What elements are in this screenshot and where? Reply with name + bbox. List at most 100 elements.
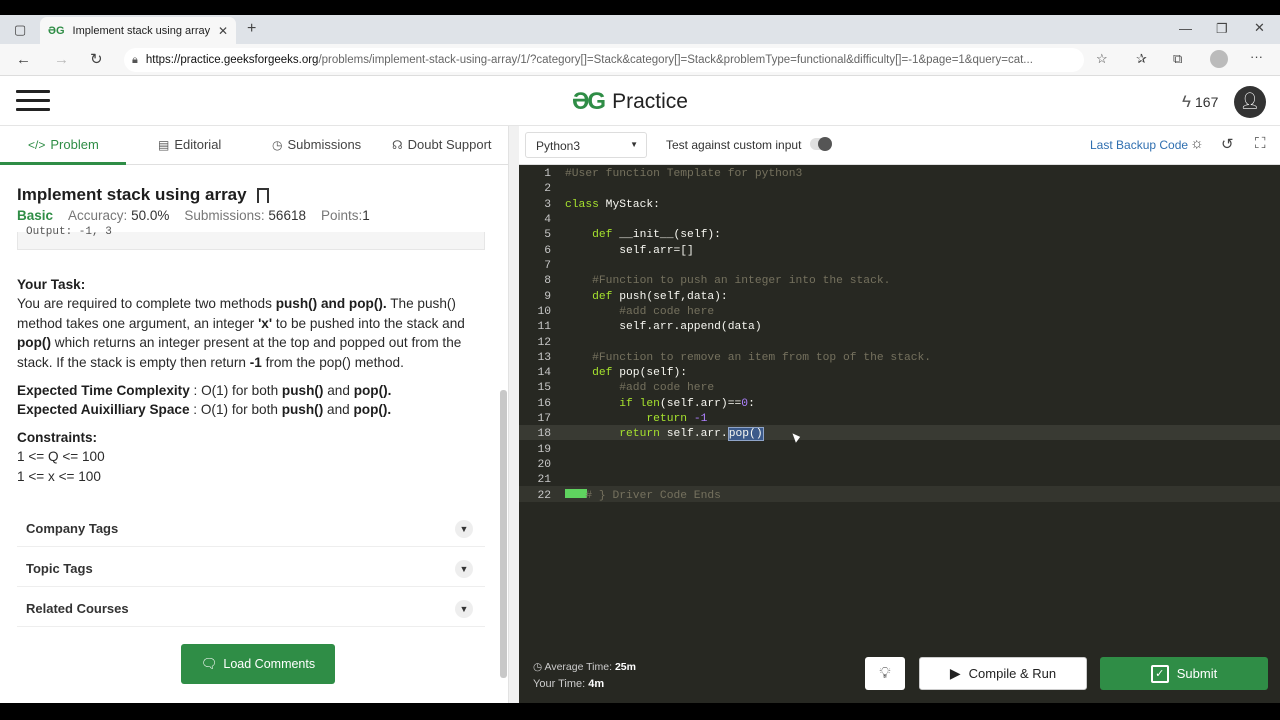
points-label: Points: (320, 208, 363, 223)
code-line: self.arr.append(data) (565, 321, 762, 334)
accordion-label: Related Courses (26, 601, 129, 616)
code-line: return self.arr.pop() (619, 427, 764, 442)
task-heading: Your Task: (17, 277, 86, 292)
tab-bar: ▢ ƏG Implement stack using array | Pr ✕ … (0, 15, 1280, 44)
add-favorite-icon[interactable]: ☆ (1096, 51, 1108, 67)
line-number: 16 (537, 397, 551, 410)
line-number: 10 (537, 305, 551, 318)
line-number: 14 (537, 367, 551, 380)
panel-divider[interactable] (508, 126, 519, 703)
code-line: #Function to remove an item from top of … (592, 351, 932, 364)
line-number: 20 (537, 459, 551, 472)
compile-run-button[interactable]: ▶ Compile & Run (919, 657, 1087, 690)
more-menu-icon[interactable]: ··· (1250, 49, 1263, 64)
code-line: #add code here (619, 305, 715, 318)
line-number: 12 (537, 336, 551, 349)
code-editor[interactable]: 1 #User function Template for python3 2 3 cl… (519, 165, 1280, 646)
lock-icon: 🔒︎ (132, 53, 138, 66)
custom-input-toggle[interactable] (810, 137, 832, 151)
close-tab-icon[interactable]: ✕ (218, 24, 228, 38)
difficulty-badge: Basic (17, 208, 54, 223)
address-bar-row: ← → ↻ 🔒︎ https://practice.geeksforgeeks.… (0, 44, 1280, 76)
minimize-icon[interactable]: — (1179, 21, 1192, 36)
tab-problem-label: Problem (50, 137, 99, 152)
line-number: 17 (537, 413, 551, 426)
new-tab-icon[interactable]: + (247, 20, 256, 38)
accordion-company-tags[interactable]: Company Tags ▼ (17, 511, 485, 547)
load-comments-button[interactable]: 🗨︎ Load Comments (181, 644, 335, 684)
line-number: 2 (544, 183, 551, 196)
browser-window: ▢ ƏG Implement stack using array | Pr ✕ … (0, 15, 1280, 703)
line-number: 4 (544, 213, 551, 226)
document-icon: ▤ (158, 137, 170, 152)
profile-icon[interactable] (1210, 50, 1228, 68)
code-line: #add code here (619, 382, 715, 395)
expected-time: Expected Time Complexity : O(1) for both… (17, 383, 392, 399)
hamburger-menu-icon[interactable] (16, 90, 50, 112)
browser-tab[interactable]: ƏG Implement stack using array | Pr ✕ (40, 17, 236, 44)
tab-problem[interactable]: </> Problem (28, 137, 99, 152)
gfg-favicon-icon: ƏG (48, 24, 65, 37)
code-line: def push(self,data): (592, 290, 728, 303)
line-number: 15 (537, 382, 551, 395)
url-host: https://practice.geeksforgeeks.org (145, 54, 319, 66)
tab-editorial[interactable]: ▤ Editorial (158, 137, 221, 152)
line-number: 1 (544, 168, 551, 180)
streak-counter[interactable]: ϟ 167 (1182, 92, 1218, 112)
gfg-logo-icon: ƏG (572, 88, 606, 115)
collections-icon[interactable]: ⧉ (1173, 51, 1182, 67)
headset-icon: ☊ (392, 137, 403, 152)
fullscreen-icon[interactable]: ⛶ (1255, 135, 1266, 152)
task-description: Your Task: You are required to complete … (17, 275, 491, 486)
accuracy-value: 50.0% (131, 208, 170, 223)
site-header: ƏG Practice ϟ 167 👤︎ (0, 76, 1280, 126)
close-window-icon[interactable]: ✕ (1254, 20, 1265, 36)
load-comments-label: Load Comments (223, 657, 316, 671)
line-number: 7 (544, 259, 551, 272)
editor-toolbar: Python3 ▼ Test against custom input Last … (519, 126, 1280, 165)
last-backup-link[interactable]: Last Backup Code (1090, 138, 1188, 152)
forward-icon[interactable]: → (54, 51, 69, 68)
check-icon: ✓ (1150, 664, 1169, 683)
language-select[interactable]: Python3 ▼ (525, 132, 647, 158)
hint-bulb-icon[interactable]: 💡︎ (865, 657, 905, 690)
url-input[interactable]: 🔒︎ https://practice.geeksforgeeks.org/pr… (124, 48, 1084, 72)
submissions-label: Submissions: (184, 208, 265, 223)
constraint-x: 1 <= x <= 100 (17, 468, 101, 484)
code-icon: </> (28, 137, 46, 152)
user-avatar-icon[interactable]: 👤︎ (1234, 86, 1266, 118)
left-scrollbar[interactable] (500, 390, 507, 678)
problem-meta: Basic Accuracy: 50.0% Submissions: 56618… (17, 208, 385, 223)
lightning-icon: ϟ (1182, 92, 1191, 111)
logo-text: Practice (612, 90, 688, 113)
editor-footer: ◷ Average Time: 25m Your Time: 4m 💡︎ ▶ Co… (519, 646, 1280, 703)
submit-button[interactable]: ✓ Submit (1100, 657, 1268, 690)
tab-submissions-label: Submissions (287, 137, 362, 152)
accordion-topic-tags[interactable]: Topic Tags ▼ (17, 551, 485, 587)
tab-submissions[interactable]: ◷ Submissions (272, 137, 361, 152)
tab-editorial-label: Editorial (174, 137, 222, 152)
refresh-icon[interactable]: ↻ (90, 50, 103, 68)
code-line: #Function to push an integer into the st… (592, 275, 891, 288)
tab-doubt-label: Doubt Support (407, 137, 492, 152)
example-output-box: Output: -1, 3 (17, 226, 485, 250)
maximize-icon[interactable]: ❐ (1216, 21, 1228, 37)
tab-doubt-support[interactable]: ☊ Doubt Support (392, 137, 492, 152)
play-icon: ▶ (949, 665, 961, 681)
expected-space: Expected Auixilliary Space : O(1) for bo… (17, 402, 392, 418)
back-icon[interactable]: ← (16, 51, 31, 68)
bookmark-icon[interactable] (256, 187, 269, 203)
favorites-icon[interactable]: ✰ (1136, 51, 1147, 67)
tab-title: Implement stack using array | Pr (72, 24, 214, 37)
compile-label: Compile & Run (968, 666, 1057, 681)
constraints-heading: Constraints: (17, 429, 98, 445)
constraint-q: 1 <= Q <= 100 (17, 449, 105, 465)
reset-code-icon[interactable]: ↺ (1221, 135, 1234, 153)
problem-panel: Implement stack using array Basic Accura… (0, 165, 508, 703)
accordion-related-courses[interactable]: Related Courses ▼ (17, 591, 485, 627)
tab-actions-icon[interactable]: ▢ (14, 22, 26, 38)
theme-sun-icon[interactable]: ☼ (1190, 135, 1204, 152)
task-paragraph: You are required to complete two methods… (17, 296, 465, 370)
your-time: Your Time: 4m (533, 678, 605, 690)
gfg-logo[interactable]: ƏG Practice (572, 88, 688, 116)
